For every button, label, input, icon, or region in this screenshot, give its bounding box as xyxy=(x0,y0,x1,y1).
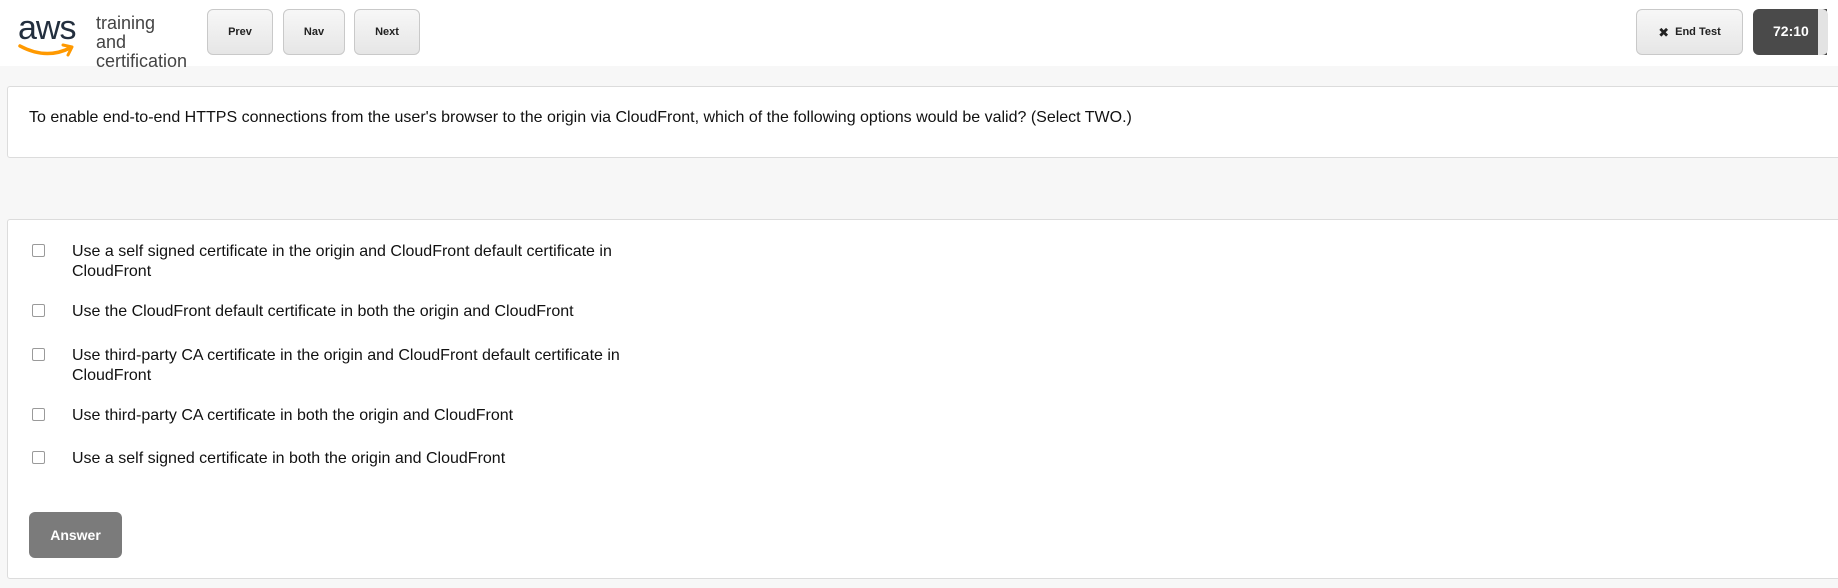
timer-edge xyxy=(1818,9,1828,55)
close-icon: ✖ xyxy=(1658,24,1670,40)
option-label[interactable]: Use a self signed certificate in the ori… xyxy=(72,242,632,282)
smile-arrow-icon xyxy=(18,43,74,57)
aws-training-logo: aws training and certification xyxy=(18,9,188,71)
question-panel: To enable end-to-end HTTPS connections f… xyxy=(7,86,1838,158)
next-button[interactable]: Next xyxy=(354,9,420,55)
option-label[interactable]: Use third-party CA certificate in both t… xyxy=(72,406,632,426)
question-text: To enable end-to-end HTTPS connections f… xyxy=(29,109,1132,126)
option-checkbox[interactable] xyxy=(32,244,45,257)
top-bar: aws training and certification Prev Nav … xyxy=(0,0,1838,71)
nav-button-label: Nav xyxy=(303,26,325,38)
option-label[interactable]: Use a self signed certificate in both th… xyxy=(72,449,632,469)
prev-button-label: Prev xyxy=(228,26,252,38)
logo-tagline: training and certification xyxy=(96,14,188,71)
option-checkbox[interactable] xyxy=(32,408,45,421)
option-label[interactable]: Use third-party CA certificate in the or… xyxy=(72,346,632,386)
nav-button[interactable]: Nav xyxy=(283,9,345,55)
option-label[interactable]: Use the CloudFront default certificate i… xyxy=(72,302,632,322)
logo-tagline-line1: training and xyxy=(96,13,156,52)
answer-button-label: Answer xyxy=(50,527,101,543)
end-test-label: End Test xyxy=(1675,26,1721,38)
end-test-button[interactable]: ✖ End Test xyxy=(1636,9,1743,55)
timer-value: 72:10 xyxy=(1773,23,1809,39)
timer: 72:10 xyxy=(1753,9,1827,55)
option-checkbox[interactable] xyxy=(32,451,45,464)
answer-button[interactable]: Answer xyxy=(29,512,122,558)
next-button-label: Next xyxy=(375,26,399,38)
options-panel: Use a self signed certificate in the ori… xyxy=(7,219,1838,579)
prev-button[interactable]: Prev xyxy=(207,9,273,55)
option-checkbox[interactable] xyxy=(32,348,45,361)
logo-tagline-line2: certification xyxy=(96,51,188,71)
option-checkbox[interactable] xyxy=(32,304,45,317)
